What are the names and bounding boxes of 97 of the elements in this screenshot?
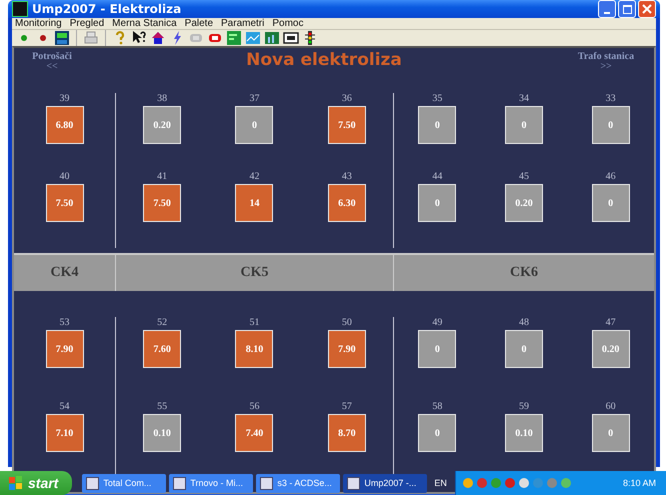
tile-number: 47 xyxy=(606,317,616,330)
tile-number: 38 xyxy=(157,93,168,106)
value-tile: 0 xyxy=(418,184,456,222)
tile-number: 41 xyxy=(157,171,168,184)
tile-number: 43 xyxy=(342,171,352,184)
taskbar-button[interactable]: Trnovo - Mi... xyxy=(169,474,254,492)
section-label: CK6 xyxy=(393,255,654,291)
menu-item[interactable]: Palete xyxy=(184,18,214,29)
tile-number: 37 xyxy=(249,93,260,106)
value-tile: 0 xyxy=(592,106,630,144)
value-tile: 6.30 xyxy=(328,184,366,222)
value-tile: 0.20 xyxy=(592,330,630,368)
value-tile: 7.90 xyxy=(46,330,84,368)
tile-number: 49 xyxy=(432,317,442,330)
taskbar-button[interactable]: Total Com... xyxy=(82,474,166,492)
tile-number: 33 xyxy=(606,93,616,106)
value-tile: 0.10 xyxy=(504,414,543,452)
tile-number: 48 xyxy=(518,317,529,330)
value-tile: 0 xyxy=(592,414,630,452)
next-link[interactable]: >> xyxy=(600,62,612,71)
tray-icon[interactable] xyxy=(476,477,488,489)
navigation-label: Potrošači xyxy=(32,51,72,62)
tile-number: 52 xyxy=(157,317,168,330)
value-tile: 0 xyxy=(418,414,456,452)
value-tile: 7.50 xyxy=(46,184,84,222)
value-tile: 7.10 xyxy=(46,414,84,452)
tray-icon[interactable] xyxy=(504,477,516,489)
tile-number: 55 xyxy=(157,401,168,414)
bar-chart-icon[interactable] xyxy=(264,30,280,46)
value-tile: 0 xyxy=(418,330,456,368)
value-tile: 0 xyxy=(504,106,543,144)
traffic-light-icon[interactable] xyxy=(302,30,318,46)
tile-number: 57 xyxy=(342,401,352,414)
app-icon xyxy=(12,1,28,17)
window-title: Ump2007 - Elektroliza xyxy=(32,2,182,16)
minimize-button[interactable] xyxy=(598,0,616,18)
menu-item[interactable]: Merna Stanica xyxy=(112,18,177,29)
value-tile: 0 xyxy=(504,330,543,368)
value-tile: 0.20 xyxy=(504,184,543,222)
clock: 8:10 AM xyxy=(622,478,656,488)
tile-number: 53 xyxy=(60,317,70,330)
value-tile: 6.80 xyxy=(46,106,84,144)
tile-number: 59 xyxy=(518,401,529,414)
tile-number: 58 xyxy=(432,401,442,414)
power-panel-icon[interactable] xyxy=(54,30,70,46)
pointer-help-icon[interactable] xyxy=(131,30,147,46)
tile-number: 50 xyxy=(342,317,352,330)
tile-number: 44 xyxy=(432,171,442,184)
window-icon[interactable] xyxy=(283,30,299,46)
restore-button[interactable] xyxy=(618,0,636,18)
value-tile: 14 xyxy=(235,184,274,222)
navigation-label: Trafo stanica xyxy=(578,51,634,62)
value-tile: 8.70 xyxy=(328,414,366,452)
value-tile: 0 xyxy=(235,106,274,144)
tile-number: 51 xyxy=(249,317,260,330)
value-tile: 0.20 xyxy=(143,106,182,144)
tile-number: 40 xyxy=(60,171,70,184)
tile-number: 35 xyxy=(432,93,442,106)
value-tile: 7.50 xyxy=(328,106,366,144)
taskbar-button[interactable]: s3 - ACDSe... xyxy=(256,474,340,492)
tray-icon[interactable] xyxy=(560,477,572,489)
line-chart-icon[interactable] xyxy=(245,30,261,46)
value-tile: 0 xyxy=(592,184,630,222)
tile-number: 39 xyxy=(60,93,70,106)
section-label: CK5 xyxy=(115,255,393,291)
menu-item[interactable]: Monitoring xyxy=(15,18,62,29)
value-tile: 0.10 xyxy=(143,414,182,452)
panel-title: Nova elektroliza xyxy=(246,50,402,70)
value-tile: 7.60 xyxy=(143,330,182,368)
tile-number: 42 xyxy=(249,171,260,184)
tile-number: 34 xyxy=(518,93,529,106)
tray-icon[interactable] xyxy=(518,477,530,489)
menu-item[interactable]: Parametri xyxy=(221,18,264,29)
language-indicator[interactable]: EN xyxy=(434,478,447,488)
value-tile: 0 xyxy=(418,106,456,144)
value-tile: 7.50 xyxy=(143,184,182,222)
house-icon[interactable] xyxy=(150,30,166,46)
close-button[interactable] xyxy=(638,0,656,18)
menu-item[interactable]: Pomoc xyxy=(272,18,304,29)
tile-number: 46 xyxy=(606,171,616,184)
tile-number: 54 xyxy=(60,401,70,414)
flag-icon xyxy=(8,475,24,491)
value-tile: 8.10 xyxy=(235,330,274,368)
tile-number: 60 xyxy=(606,401,616,414)
printer-icon[interactable] xyxy=(83,30,99,46)
taskbar-button[interactable]: Ump2007 -... xyxy=(343,474,428,492)
section-label: CK4 xyxy=(50,264,80,282)
panel-icon[interactable] xyxy=(226,30,242,46)
menu-item[interactable]: Pregled xyxy=(70,18,104,29)
tile-number: 36 xyxy=(342,93,352,106)
tile-number: 56 xyxy=(249,401,260,414)
tile-number: 45 xyxy=(518,171,529,184)
tray-icon[interactable] xyxy=(462,477,474,489)
close-icon xyxy=(642,4,652,14)
value-tile: 7.40 xyxy=(235,414,274,452)
value-tile: 7.90 xyxy=(328,330,366,368)
previous-link[interactable]: << xyxy=(46,62,58,71)
